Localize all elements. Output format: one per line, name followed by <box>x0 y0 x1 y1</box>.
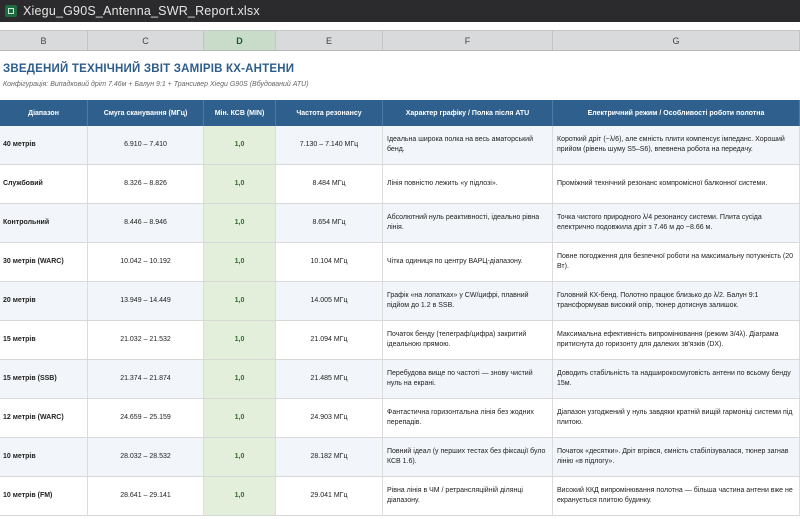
column-header-e[interactable]: E <box>276 31 383 50</box>
cell-graph[interactable]: Фантастична горизонтальна лінія без жодн… <box>383 399 553 437</box>
column-header-b[interactable]: B <box>0 31 88 50</box>
cell-swr[interactable]: 1,0 <box>204 438 276 476</box>
table-header-row: Діапазон Смуга сканування (МГц) Мін. КСВ… <box>0 100 800 126</box>
cell-freq[interactable]: 24.903 МГц <box>276 399 383 437</box>
table-row: 15 метрів 21.032 – 21.532 1,0 21.094 МГц… <box>0 321 800 360</box>
header-band[interactable]: Діапазон <box>0 100 88 126</box>
cell-freq[interactable]: 10.104 МГц <box>276 243 383 281</box>
table-row: 40 метрів 6.910 – 7.410 1,0 7.130 – 7.14… <box>0 126 800 165</box>
cell-swr[interactable]: 1,0 <box>204 282 276 320</box>
header-graph[interactable]: Характер графіку / Полка після ATU <box>383 100 553 126</box>
cell-range[interactable]: 10.042 – 10.192 <box>88 243 204 281</box>
cell-graph[interactable]: Ідеальна широка полка на весь аматорськи… <box>383 126 553 164</box>
spreadsheet-area[interactable]: B C D E F G ЗВЕДЕНИЙ ТЕХНІЧНИЙ ЗВІТ ЗАМІ… <box>0 22 800 519</box>
cell-mode[interactable]: Проміжний технічний резонанс компромісно… <box>553 165 800 203</box>
cell-graph[interactable]: Графік «на лопатках» у CW/цифрі, плавний… <box>383 282 553 320</box>
cell-swr[interactable]: 1,0 <box>204 126 276 164</box>
cell-mode[interactable]: Діапазон узгоджений у нуль завдяки кратн… <box>553 399 800 437</box>
formula-strip <box>0 22 800 30</box>
cell-graph[interactable]: Перебудова вище по частоті — знову чисти… <box>383 360 553 398</box>
cell-range[interactable]: 21.374 – 21.874 <box>88 360 204 398</box>
cell-range[interactable]: 13.949 – 14.449 <box>88 282 204 320</box>
column-header-bar: B C D E F G <box>0 30 800 51</box>
cell-freq[interactable]: 29.041 МГц <box>276 477 383 515</box>
cell-graph[interactable]: Рівна лінія в ЧМ / ретрансляційній ділян… <box>383 477 553 515</box>
header-scan-range[interactable]: Смуга сканування (МГц) <box>88 100 204 126</box>
cell-range[interactable]: 28.641 – 29.141 <box>88 477 204 515</box>
cell-mode[interactable]: Головний КХ-бенд. Полотно працює близько… <box>553 282 800 320</box>
cell-range[interactable]: 6.910 – 7.410 <box>88 126 204 164</box>
cell-range[interactable]: 28.032 – 28.532 <box>88 438 204 476</box>
table-row: 10 метрів 28.032 – 28.532 1,0 28.182 МГц… <box>0 438 800 477</box>
cell-graph[interactable]: Початок бенду (телеграф/цифра) закритий … <box>383 321 553 359</box>
cell-mode[interactable]: Доводить стабільність та надширокосмугов… <box>553 360 800 398</box>
cell-mode[interactable]: Максимальна ефективність випромінювання … <box>553 321 800 359</box>
cell-swr[interactable]: 1,0 <box>204 165 276 203</box>
cell-mode[interactable]: Повне погодження для безпечної роботи на… <box>553 243 800 281</box>
cell-freq[interactable]: 14.005 МГц <box>276 282 383 320</box>
header-min-swr[interactable]: Мін. КСВ (MIN) <box>204 100 276 126</box>
cell-mode[interactable]: Високий ККД випромінювання полотна — біл… <box>553 477 800 515</box>
cell-swr[interactable]: 1,0 <box>204 477 276 515</box>
cell-graph[interactable]: Лінія повністю лежить «у підлозі». <box>383 165 553 203</box>
cell-freq[interactable]: 21.094 МГц <box>276 321 383 359</box>
window-titlebar: Xiegu_G90S_Antenna_SWR_Report.xlsx <box>0 0 800 22</box>
table-row: 30 метрів (WARC) 10.042 – 10.192 1,0 10.… <box>0 243 800 282</box>
cell-freq[interactable]: 28.182 МГц <box>276 438 383 476</box>
cell-band[interactable]: 20 метрів <box>0 282 88 320</box>
cell-swr[interactable]: 1,0 <box>204 243 276 281</box>
cell-graph[interactable]: Абсолютний нуль реактивності, ідеально р… <box>383 204 553 242</box>
table-row: 10 метрів (FM) 28.641 – 29.141 1,0 29.04… <box>0 477 800 516</box>
report-subtitle: Конфігурація: Випадковий дріт 7.46м + Ба… <box>3 81 309 88</box>
cell-band[interactable]: Контрольний <box>0 204 88 242</box>
cell-graph[interactable]: Чітка одиниця по центру ВАРЦ-діапазону. <box>383 243 553 281</box>
column-header-f[interactable]: F <box>383 31 553 50</box>
report-title: ЗВЕДЕНИЙ ТЕХНІЧНИЙ ЗВІТ ЗАМІРІВ КХ-АНТЕН… <box>3 63 295 75</box>
cell-freq[interactable]: 7.130 – 7.140 МГц <box>276 126 383 164</box>
cell-band[interactable]: 40 метрів <box>0 126 88 164</box>
header-mode[interactable]: Електричний режим / Особливості роботи п… <box>553 100 800 126</box>
cell-mode[interactable]: Початок «десятки». Дріт вгрівся, ємність… <box>553 438 800 476</box>
table-row: Контрольний 8.446 – 8.946 1,0 8.654 МГц … <box>0 204 800 243</box>
cell-range[interactable]: 8.446 – 8.946 <box>88 204 204 242</box>
table-row: 15 метрів (SSB) 21.374 – 21.874 1,0 21.4… <box>0 360 800 399</box>
cell-freq[interactable]: 8.654 МГц <box>276 204 383 242</box>
cell-mode[interactable]: Точка чистого природного λ/4 резонансу с… <box>553 204 800 242</box>
cell-range[interactable]: 8.326 – 8.826 <box>88 165 204 203</box>
cell-freq[interactable]: 21.485 МГц <box>276 360 383 398</box>
window-title: Xiegu_G90S_Antenna_SWR_Report.xlsx <box>23 4 260 18</box>
header-resonance[interactable]: Частота резонансу <box>276 100 383 126</box>
cell-swr[interactable]: 1,0 <box>204 360 276 398</box>
cell-graph[interactable]: Повний ідеал (у перших тестах без фіксац… <box>383 438 553 476</box>
cell-swr[interactable]: 1,0 <box>204 399 276 437</box>
cell-band[interactable]: 12 метрів (WARC) <box>0 399 88 437</box>
cell-band[interactable]: 10 метрів <box>0 438 88 476</box>
cell-swr[interactable]: 1,0 <box>204 204 276 242</box>
cell-band[interactable]: 30 метрів (WARC) <box>0 243 88 281</box>
cell-band[interactable]: 15 метрів (SSB) <box>0 360 88 398</box>
cell-freq[interactable]: 8.484 МГц <box>276 165 383 203</box>
cell-band[interactable]: Службовий <box>0 165 88 203</box>
cell-range[interactable]: 21.032 – 21.532 <box>88 321 204 359</box>
excel-file-icon <box>5 5 17 17</box>
cell-band[interactable]: 15 метрів <box>0 321 88 359</box>
cell-swr[interactable]: 1,0 <box>204 321 276 359</box>
table-row: Службовий 8.326 – 8.826 1,0 8.484 МГц Лі… <box>0 165 800 204</box>
column-header-c[interactable]: C <box>88 31 204 50</box>
cell-mode[interactable]: Короткий дріт (~λ/6), але ємність плити … <box>553 126 800 164</box>
column-header-g[interactable]: G <box>553 31 800 50</box>
table-row: 20 метрів 13.949 – 14.449 1,0 14.005 МГц… <box>0 282 800 321</box>
cell-band[interactable]: 10 метрів (FM) <box>0 477 88 515</box>
cell-range[interactable]: 24.659 – 25.159 <box>88 399 204 437</box>
column-header-d[interactable]: D <box>204 31 276 50</box>
table-row: 12 метрів (WARC) 24.659 – 25.159 1,0 24.… <box>0 399 800 438</box>
